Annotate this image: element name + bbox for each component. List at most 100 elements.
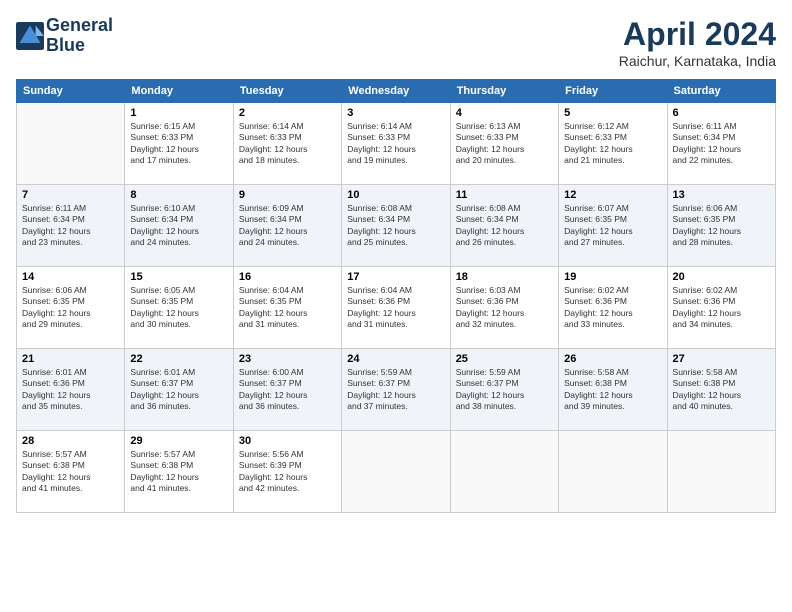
calendar-cell: 3 Sunrise: 6:14 AM Sunset: 6:33 PM Daylig…	[342, 103, 450, 185]
logo-line2: Blue	[46, 36, 113, 56]
day-info: Sunrise: 5:58 AM Sunset: 6:38 PM Dayligh…	[673, 367, 770, 413]
location: Raichur, Karnataka, India	[619, 53, 776, 69]
day-info: Sunrise: 6:10 AM Sunset: 6:34 PM Dayligh…	[130, 203, 227, 249]
day-info: Sunrise: 6:08 AM Sunset: 6:34 PM Dayligh…	[347, 203, 444, 249]
day-number: 13	[673, 189, 770, 201]
calendar-cell: 28Sunrise: 5:57 AM Sunset: 6:38 PM Dayli…	[17, 431, 125, 513]
calendar-cell: 2 Sunrise: 6:14 AM Sunset: 6:33 PM Daylig…	[233, 103, 341, 185]
calendar-cell: 5 Sunrise: 6:12 AM Sunset: 6:33 PM Daylig…	[559, 103, 667, 185]
day-info: Sunrise: 6:01 AM Sunset: 6:37 PM Dayligh…	[130, 367, 227, 413]
calendar-cell: 29 Sunrise: 5:57 AM Sunset: 6:38 PM Dayli…	[125, 431, 233, 513]
calendar-header-row: SundayMondayTuesdayWednesdayThursdayFrid…	[17, 80, 776, 103]
day-number: 16	[239, 271, 336, 283]
day-info: Sunrise: 6:08 AM Sunset: 6:34 PM Dayligh…	[456, 203, 553, 249]
logo-icon	[16, 22, 44, 50]
calendar-cell	[342, 431, 450, 513]
calendar-cell: 11 Sunrise: 6:08 AM Sunset: 6:34 PM Dayli…	[450, 185, 558, 267]
day-number: 2	[239, 107, 336, 119]
month-title: April 2024	[619, 16, 776, 53]
day-number: 5	[564, 107, 661, 119]
day-info: Sunrise: 6:04 AM Sunset: 6:36 PM Dayligh…	[347, 285, 444, 331]
weekday-header-thursday: Thursday	[450, 80, 558, 103]
calendar-table: SundayMondayTuesdayWednesdayThursdayFrid…	[16, 79, 776, 513]
day-info: Sunrise: 6:11 AM Sunset: 6:34 PM Dayligh…	[22, 203, 119, 249]
page-header: General Blue April 2024 Raichur, Karnata…	[16, 16, 776, 69]
day-number: 25	[456, 353, 553, 365]
calendar-cell: 13 Sunrise: 6:06 AM Sunset: 6:35 PM Dayli…	[667, 185, 775, 267]
day-info: Sunrise: 6:13 AM Sunset: 6:33 PM Dayligh…	[456, 121, 553, 167]
day-info: Sunrise: 6:01 AM Sunset: 6:36 PM Dayligh…	[22, 367, 119, 413]
calendar-cell: 1Sunrise: 6:15 AM Sunset: 6:33 PM Daylig…	[125, 103, 233, 185]
calendar-cell	[450, 431, 558, 513]
day-info: Sunrise: 6:02 AM Sunset: 6:36 PM Dayligh…	[673, 285, 770, 331]
day-number: 24	[347, 353, 444, 365]
weekday-header-tuesday: Tuesday	[233, 80, 341, 103]
calendar-cell: 6 Sunrise: 6:11 AM Sunset: 6:34 PM Daylig…	[667, 103, 775, 185]
day-info: Sunrise: 6:02 AM Sunset: 6:36 PM Dayligh…	[564, 285, 661, 331]
calendar-cell: 24Sunrise: 5:59 AM Sunset: 6:37 PM Dayli…	[342, 349, 450, 431]
calendar-cell: 22 Sunrise: 6:01 AM Sunset: 6:37 PM Dayli…	[125, 349, 233, 431]
day-number: 20	[673, 271, 770, 283]
day-number: 6	[673, 107, 770, 119]
day-number: 26	[564, 353, 661, 365]
day-number: 30	[239, 435, 336, 447]
day-info: Sunrise: 6:07 AM Sunset: 6:35 PM Dayligh…	[564, 203, 661, 249]
day-number: 22	[130, 353, 227, 365]
calendar-cell: 25 Sunrise: 5:59 AM Sunset: 6:37 PM Dayli…	[450, 349, 558, 431]
calendar-cell: 17Sunrise: 6:04 AM Sunset: 6:36 PM Dayli…	[342, 267, 450, 349]
calendar-week-3: 14 Sunrise: 6:06 AM Sunset: 6:35 PM Dayli…	[17, 267, 776, 349]
day-number: 8	[130, 189, 227, 201]
calendar-cell: 15 Sunrise: 6:05 AM Sunset: 6:35 PM Dayli…	[125, 267, 233, 349]
logo: General Blue	[16, 16, 113, 56]
day-number: 9	[239, 189, 336, 201]
calendar-week-4: 21 Sunrise: 6:01 AM Sunset: 6:36 PM Dayli…	[17, 349, 776, 431]
title-block: April 2024 Raichur, Karnataka, India	[619, 16, 776, 69]
calendar-cell: 7Sunrise: 6:11 AM Sunset: 6:34 PM Daylig…	[17, 185, 125, 267]
calendar-cell	[667, 431, 775, 513]
day-info: Sunrise: 5:59 AM Sunset: 6:37 PM Dayligh…	[456, 367, 553, 413]
weekday-header-monday: Monday	[125, 80, 233, 103]
calendar-week-1: 1Sunrise: 6:15 AM Sunset: 6:33 PM Daylig…	[17, 103, 776, 185]
day-number: 19	[564, 271, 661, 283]
day-info: Sunrise: 6:12 AM Sunset: 6:33 PM Dayligh…	[564, 121, 661, 167]
day-info: Sunrise: 6:14 AM Sunset: 6:33 PM Dayligh…	[239, 121, 336, 167]
day-number: 27	[673, 353, 770, 365]
calendar-cell: 20 Sunrise: 6:02 AM Sunset: 6:36 PM Dayli…	[667, 267, 775, 349]
day-number: 15	[130, 271, 227, 283]
day-number: 29	[130, 435, 227, 447]
day-info: Sunrise: 5:57 AM Sunset: 6:38 PM Dayligh…	[130, 449, 227, 495]
weekday-header-wednesday: Wednesday	[342, 80, 450, 103]
day-info: Sunrise: 6:14 AM Sunset: 6:33 PM Dayligh…	[347, 121, 444, 167]
calendar-cell: 26 Sunrise: 5:58 AM Sunset: 6:38 PM Dayli…	[559, 349, 667, 431]
day-info: Sunrise: 6:06 AM Sunset: 6:35 PM Dayligh…	[22, 285, 119, 331]
day-number: 12	[564, 189, 661, 201]
weekday-header-friday: Friday	[559, 80, 667, 103]
day-info: Sunrise: 6:11 AM Sunset: 6:34 PM Dayligh…	[673, 121, 770, 167]
calendar-cell	[17, 103, 125, 185]
day-number: 21	[22, 353, 119, 365]
calendar-cell: 19 Sunrise: 6:02 AM Sunset: 6:36 PM Dayli…	[559, 267, 667, 349]
calendar-week-5: 28Sunrise: 5:57 AM Sunset: 6:38 PM Dayli…	[17, 431, 776, 513]
calendar-cell: 18 Sunrise: 6:03 AM Sunset: 6:36 PM Dayli…	[450, 267, 558, 349]
calendar-cell: 23 Sunrise: 6:00 AM Sunset: 6:37 PM Dayli…	[233, 349, 341, 431]
day-info: Sunrise: 6:15 AM Sunset: 6:33 PM Dayligh…	[130, 121, 227, 167]
calendar-cell: 21 Sunrise: 6:01 AM Sunset: 6:36 PM Dayli…	[17, 349, 125, 431]
day-number: 10	[347, 189, 444, 201]
day-number: 23	[239, 353, 336, 365]
day-info: Sunrise: 6:03 AM Sunset: 6:36 PM Dayligh…	[456, 285, 553, 331]
day-number: 11	[456, 189, 553, 201]
day-info: Sunrise: 6:00 AM Sunset: 6:37 PM Dayligh…	[239, 367, 336, 413]
day-number: 18	[456, 271, 553, 283]
day-info: Sunrise: 5:56 AM Sunset: 6:39 PM Dayligh…	[239, 449, 336, 495]
day-number: 4	[456, 107, 553, 119]
day-info: Sunrise: 5:58 AM Sunset: 6:38 PM Dayligh…	[564, 367, 661, 413]
day-info: Sunrise: 6:05 AM Sunset: 6:35 PM Dayligh…	[130, 285, 227, 331]
day-number: 14	[22, 271, 119, 283]
day-info: Sunrise: 6:04 AM Sunset: 6:35 PM Dayligh…	[239, 285, 336, 331]
weekday-header-sunday: Sunday	[17, 80, 125, 103]
calendar-cell: 27 Sunrise: 5:58 AM Sunset: 6:38 PM Dayli…	[667, 349, 775, 431]
day-info: Sunrise: 6:06 AM Sunset: 6:35 PM Dayligh…	[673, 203, 770, 249]
day-number: 3	[347, 107, 444, 119]
calendar-cell: 9Sunrise: 6:09 AM Sunset: 6:34 PM Daylig…	[233, 185, 341, 267]
calendar-cell: 12 Sunrise: 6:07 AM Sunset: 6:35 PM Dayli…	[559, 185, 667, 267]
